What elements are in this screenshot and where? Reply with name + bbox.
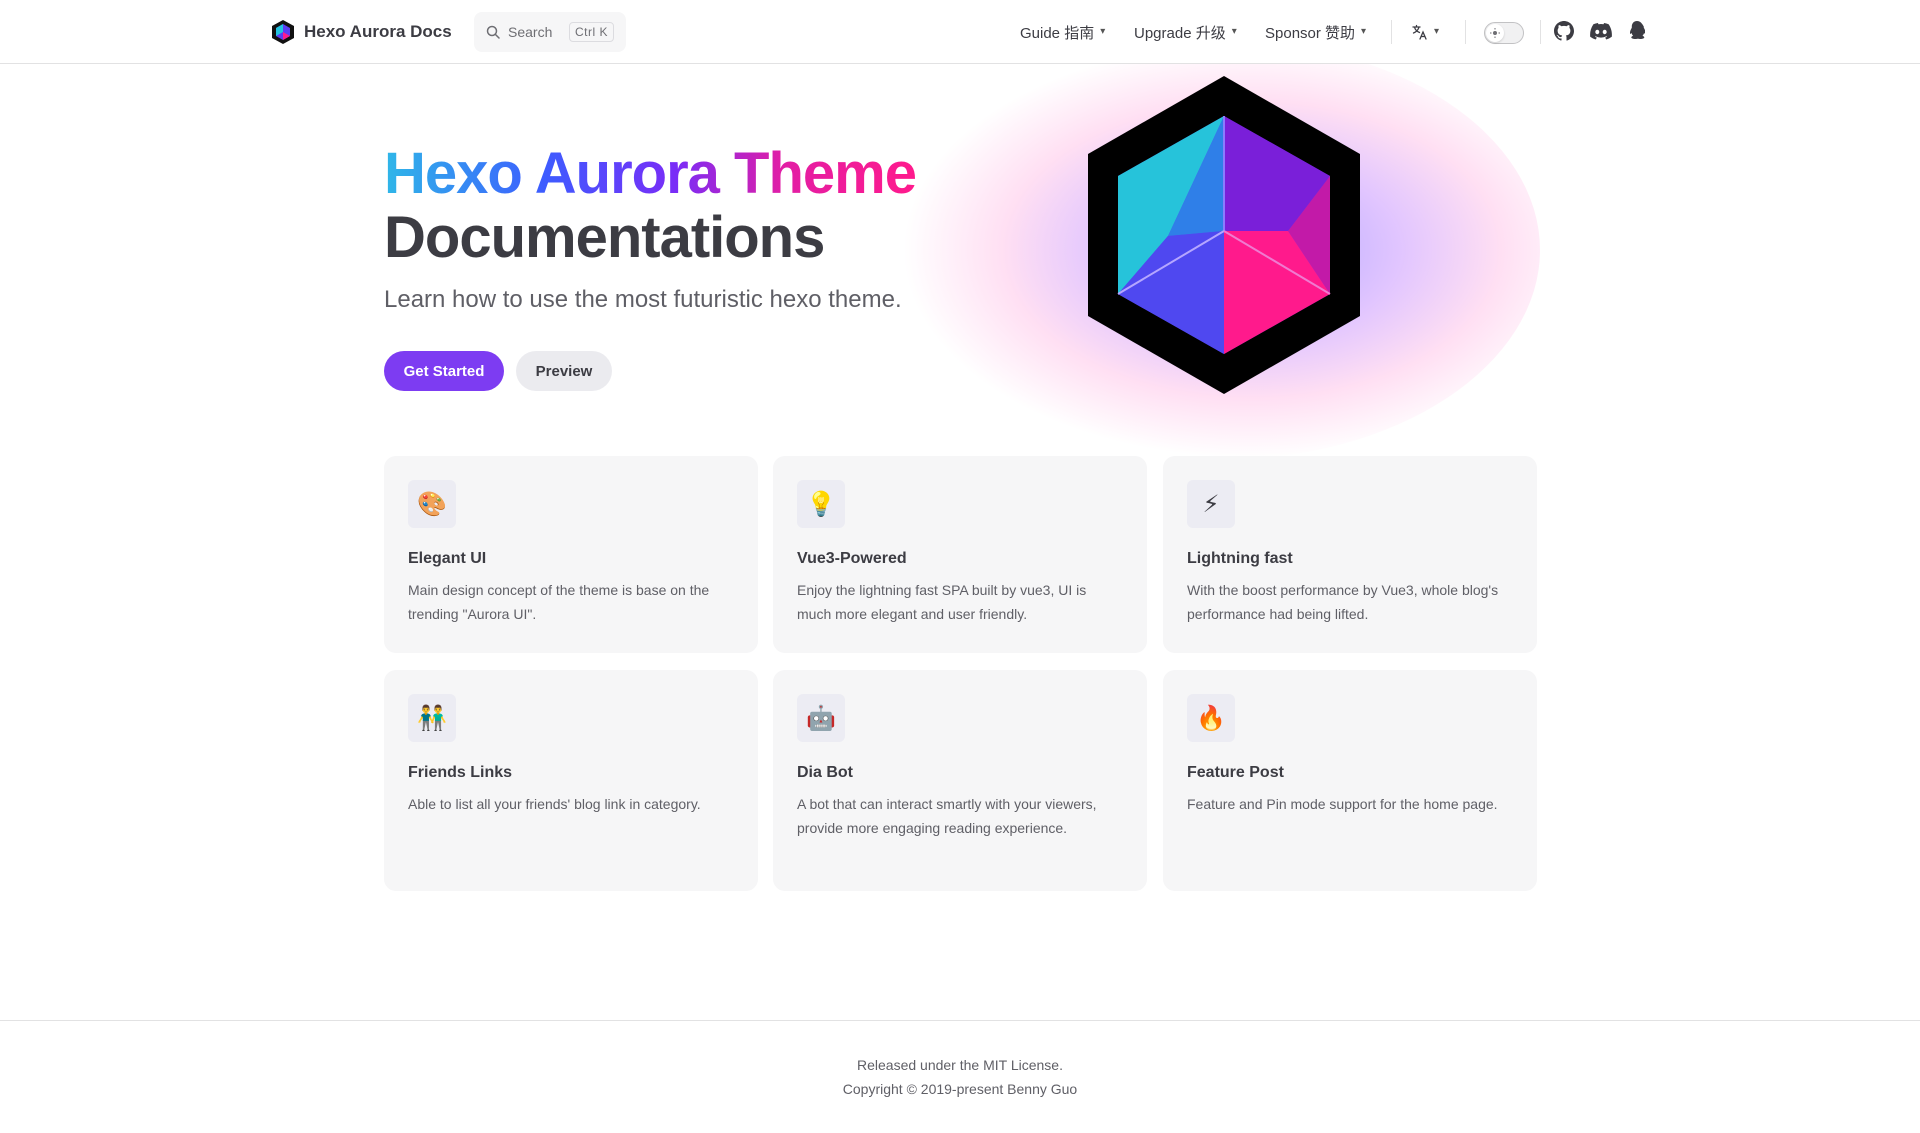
nav-menu-upgrade[interactable]: Upgrade 升级 ▾ bbox=[1134, 0, 1237, 64]
feature-card: 🔥 Feature Post Feature and Pin mode supp… bbox=[1163, 670, 1537, 891]
feature-title: Vue3-Powered bbox=[797, 550, 907, 567]
feature-card: 🎨 Elegant UI Main design concept of the … bbox=[384, 456, 758, 653]
feature-title: Feature Post bbox=[1187, 764, 1284, 781]
light-bulb-icon: 💡 bbox=[797, 480, 845, 528]
search-icon bbox=[486, 25, 500, 39]
feature-card: 👬 Friends Links Able to list all your fr… bbox=[384, 670, 758, 891]
qq-link[interactable] bbox=[1629, 21, 1646, 46]
nav-divider bbox=[1465, 20, 1466, 44]
chevron-down-icon: ▾ bbox=[1100, 25, 1106, 37]
page-footer: Released under the MIT License. Copyrigh… bbox=[0, 1020, 1920, 1133]
feature-description: A bot that can interact smartly with you… bbox=[797, 796, 1097, 836]
feature-title: Lightning fast bbox=[1187, 550, 1293, 567]
github-icon bbox=[1554, 21, 1575, 41]
nav-menu-upgrade-label: Upgrade 升级 bbox=[1134, 24, 1226, 42]
sun-icon bbox=[1486, 24, 1504, 42]
feature-title: Dia Bot bbox=[797, 764, 853, 781]
footer-copyright: Copyright © 2019-present Benny Guo bbox=[842, 1081, 1078, 1097]
chevron-down-icon: ▾ bbox=[1361, 25, 1367, 37]
get-started-button[interactable]: Get Started bbox=[384, 351, 504, 391]
nav-divider bbox=[1540, 20, 1541, 44]
feature-title: Friends Links bbox=[408, 764, 513, 781]
nav-menu-guide-label: Guide 指南 bbox=[1020, 24, 1095, 42]
footer-license: Released under the MIT License. bbox=[857, 1057, 1063, 1073]
nav-menu-sponsor-label: Sponsor 赞助 bbox=[1265, 24, 1356, 42]
search-placeholder: Search bbox=[508, 24, 553, 40]
chevron-down-icon: ▾ bbox=[1434, 25, 1440, 37]
feature-description: Able to list all your friends' blog link… bbox=[408, 796, 701, 812]
brand-link[interactable]: Hexo Aurora Docs bbox=[272, 20, 452, 44]
feature-title: Elegant UI bbox=[408, 550, 487, 567]
brand-title: Hexo Aurora Docs bbox=[304, 22, 452, 41]
chevron-down-icon: ▾ bbox=[1231, 25, 1237, 37]
aurora-logo-icon bbox=[272, 20, 294, 44]
nav-menu-sponsor[interactable]: Sponsor 赞助 ▾ bbox=[1265, 0, 1366, 64]
feature-card: 🤖 Dia Bot A bot that can interact smartl… bbox=[773, 670, 1147, 891]
language-switcher[interactable]: ▾ bbox=[1412, 0, 1439, 64]
feature-card: 💡 Vue3-Powered Enjoy the lightning fast … bbox=[773, 456, 1147, 653]
nav-divider bbox=[1391, 20, 1392, 44]
preview-button[interactable]: Preview bbox=[516, 351, 612, 391]
robot-icon: 🤖 bbox=[797, 694, 845, 742]
fire-icon: 🔥 bbox=[1187, 694, 1235, 742]
feature-description: Main design concept of the theme is base… bbox=[408, 582, 710, 622]
discord-icon bbox=[1590, 23, 1612, 40]
feature-description: With the boost performance by Vue3, whol… bbox=[1187, 582, 1499, 622]
hero-title: Documentations bbox=[384, 205, 825, 270]
dark-mode-toggle[interactable] bbox=[1484, 22, 1524, 44]
palette-icon: 🎨 bbox=[408, 480, 456, 528]
hero-title-gradient: Hexo Aurora Theme bbox=[384, 141, 917, 206]
qq-icon bbox=[1629, 21, 1646, 39]
lightning-icon: ⚡ bbox=[1187, 480, 1235, 528]
feature-card: ⚡ Lightning fast With the boost performa… bbox=[1163, 456, 1537, 653]
github-link[interactable] bbox=[1554, 21, 1575, 46]
search-shortcut-badge: Ctrl K bbox=[569, 22, 614, 42]
top-navbar: Hexo Aurora Docs Search Ctrl K Guide 指南 … bbox=[0, 0, 1920, 64]
hero-tagline: Learn how to use the most futuristic hex… bbox=[384, 286, 902, 313]
feature-description: Feature and Pin mode support for the hom… bbox=[1187, 796, 1498, 812]
aurora-hero-logo-icon bbox=[1088, 76, 1360, 394]
feature-description: Enjoy the lightning fast SPA built by vu… bbox=[797, 582, 1087, 622]
nav-menu-guide[interactable]: Guide 指南 ▾ bbox=[1020, 0, 1105, 64]
translate-icon bbox=[1412, 24, 1427, 40]
search-button[interactable]: Search Ctrl K bbox=[474, 12, 626, 52]
friends-icon: 👬 bbox=[408, 694, 456, 742]
discord-link[interactable] bbox=[1590, 21, 1612, 46]
